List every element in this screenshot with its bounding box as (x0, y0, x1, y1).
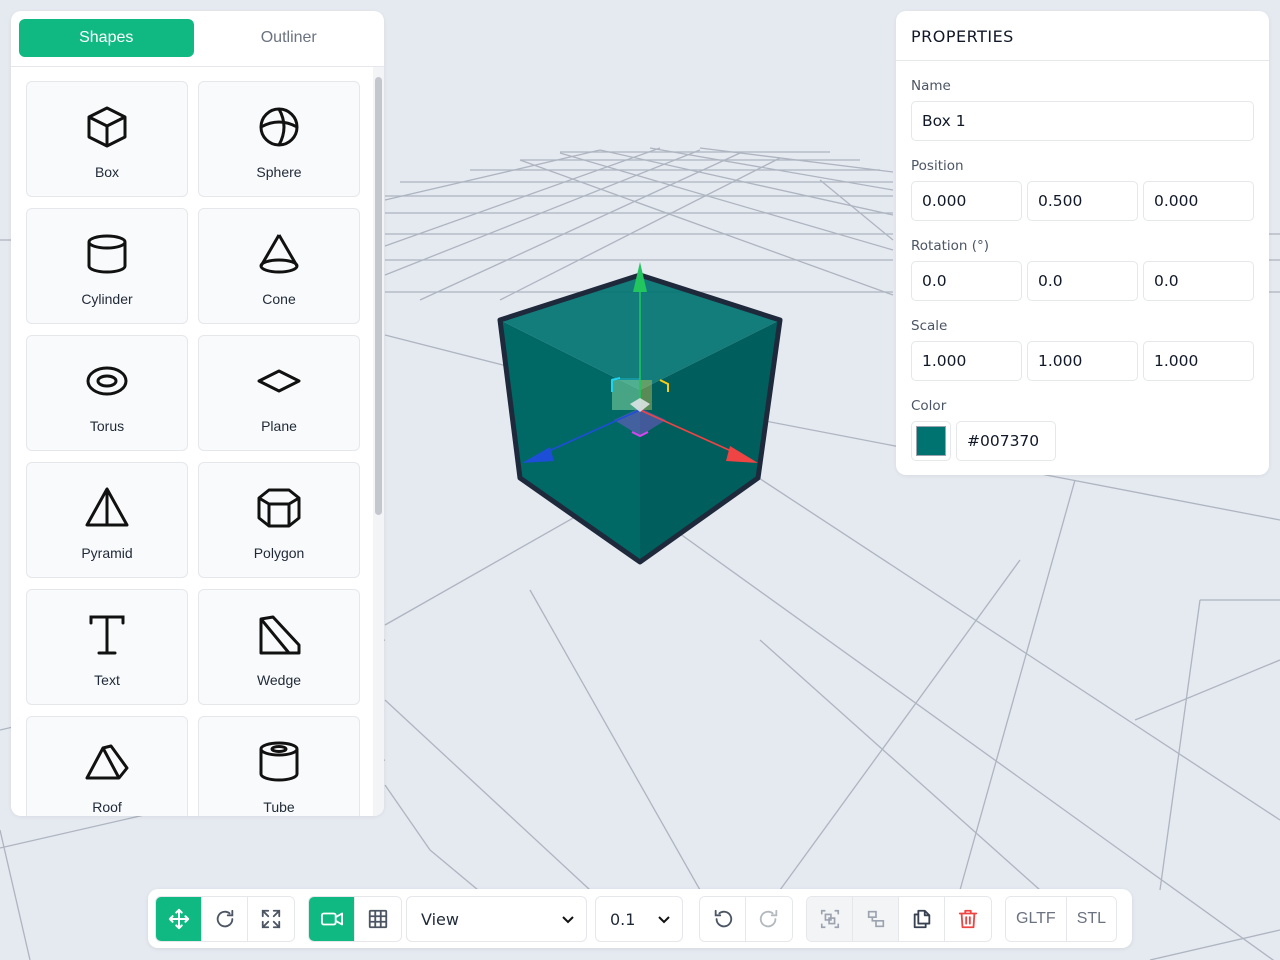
rotation-label: Rotation (°) (911, 238, 990, 254)
export-gltf-button[interactable]: GLTF (1006, 897, 1067, 941)
chevron-down-icon (562, 916, 574, 924)
camera-icon (320, 912, 343, 926)
undo-icon (714, 909, 732, 928)
cone-icon (256, 231, 302, 277)
color-swatch-fill (916, 426, 946, 456)
shape-card-pyramid[interactable]: Pyramid (26, 462, 188, 578)
cylinder-icon (84, 231, 130, 277)
rotation-x-input[interactable] (911, 261, 1022, 301)
color-swatch[interactable] (911, 421, 951, 461)
polygon-icon (256, 485, 302, 531)
view-select-value: View (421, 909, 459, 929)
panel-tabs: Shapes Outliner (11, 11, 384, 67)
shape-label: Cone (262, 291, 296, 307)
shape-card-wedge[interactable]: Wedge (198, 589, 360, 705)
shape-card-cylinder[interactable]: Cylinder (26, 208, 188, 324)
color-label: Color (911, 398, 947, 414)
group-icon (820, 909, 839, 929)
shape-card-text[interactable]: Text (26, 589, 188, 705)
tab-outliner[interactable]: Outliner (202, 19, 377, 57)
delete-button[interactable] (945, 897, 991, 941)
name-label: Name (911, 78, 951, 94)
delete-icon (958, 909, 978, 929)
scrollbar-thumb[interactable] (375, 77, 382, 515)
shapes-panel: Shapes Outliner Box Sphere Cylinder Cone… (11, 11, 384, 816)
history-group (699, 896, 793, 942)
view-toggle-group (308, 896, 402, 942)
shape-card-plane[interactable]: Plane (198, 335, 360, 451)
move-button[interactable] (156, 897, 202, 941)
shape-label: Pyramid (81, 545, 133, 561)
position-y-input[interactable] (1027, 181, 1138, 221)
shape-card-polygon[interactable]: Polygon (198, 462, 360, 578)
scale-z-input[interactable] (1143, 341, 1254, 381)
sphere-icon (256, 104, 302, 150)
redo-icon (759, 909, 778, 928)
export-group: GLTF STL (1005, 896, 1118, 942)
position-x-input[interactable] (911, 181, 1022, 221)
duplicate-icon (913, 909, 930, 929)
export-stl-button[interactable]: STL (1066, 897, 1117, 941)
view-select[interactable]: View (406, 896, 587, 942)
name-input[interactable] (911, 101, 1254, 141)
shape-card-roof[interactable]: Roof (26, 716, 188, 816)
redo-button[interactable] (746, 897, 792, 941)
shape-card-torus[interactable]: Torus (26, 335, 188, 451)
tab-shapes[interactable]: Shapes (19, 19, 194, 57)
text-icon (84, 612, 130, 658)
color-hex-input[interactable] (956, 421, 1056, 461)
move-icon (168, 908, 189, 930)
shape-grid: Box Sphere Cylinder Cone Torus Plane Pyr… (26, 81, 360, 816)
rotation-y-input[interactable] (1027, 261, 1138, 301)
edit-group (806, 896, 992, 942)
shape-card-sphere[interactable]: Sphere (198, 81, 360, 197)
scale-y-input[interactable] (1027, 341, 1138, 381)
rotation-z-input[interactable] (1143, 261, 1254, 301)
roof-icon (84, 739, 130, 785)
shapes-scrollbar[interactable] (373, 67, 384, 816)
position-label: Position (911, 158, 964, 174)
shape-label: Text (94, 672, 120, 688)
shape-card-tube[interactable]: Tube (198, 716, 360, 816)
ungroup-icon (867, 910, 884, 928)
rotate-button[interactable] (202, 897, 248, 941)
shape-label: Polygon (253, 545, 305, 561)
camera-button[interactable] (309, 897, 355, 941)
shape-label: Plane (261, 418, 297, 434)
properties-title: PROPERTIES (896, 11, 1269, 61)
shape-label: Tube (263, 799, 295, 815)
shape-label: Roof (92, 799, 122, 815)
box-icon (84, 104, 130, 150)
wedge-icon (256, 612, 302, 658)
shape-label: Box (94, 164, 120, 180)
pyramid-icon (84, 485, 130, 531)
shape-label: Cylinder (81, 291, 133, 307)
shape-label: Torus (89, 418, 125, 434)
plane-icon (256, 358, 302, 404)
chevron-down-icon (658, 916, 670, 924)
bottom-toolbar: View 0.1 GLTF STL (148, 889, 1132, 948)
ungroup-button[interactable] (853, 897, 899, 941)
shape-card-cone[interactable]: Cone (198, 208, 360, 324)
snap-select-value: 0.1 (610, 909, 636, 929)
shape-card-box[interactable]: Box (26, 81, 188, 197)
scale-icon (261, 909, 281, 929)
group-button[interactable] (807, 897, 853, 941)
torus-icon (84, 358, 130, 404)
scale-x-input[interactable] (911, 341, 1022, 381)
properties-panel: PROPERTIES Name Position Rotation (°) Sc… (896, 11, 1269, 475)
scale-button[interactable] (248, 897, 294, 941)
grid-button[interactable] (355, 897, 401, 941)
transform-mode-group (155, 896, 295, 942)
grid-icon (368, 909, 388, 929)
shape-label: Sphere (256, 164, 302, 180)
position-z-input[interactable] (1143, 181, 1254, 221)
tube-icon (256, 739, 302, 785)
rotate-icon (216, 909, 233, 928)
shape-label: Wedge (256, 672, 302, 688)
snap-select[interactable]: 0.1 (595, 896, 683, 942)
scale-label: Scale (911, 318, 948, 334)
undo-button[interactable] (700, 897, 746, 941)
duplicate-button[interactable] (899, 897, 945, 941)
